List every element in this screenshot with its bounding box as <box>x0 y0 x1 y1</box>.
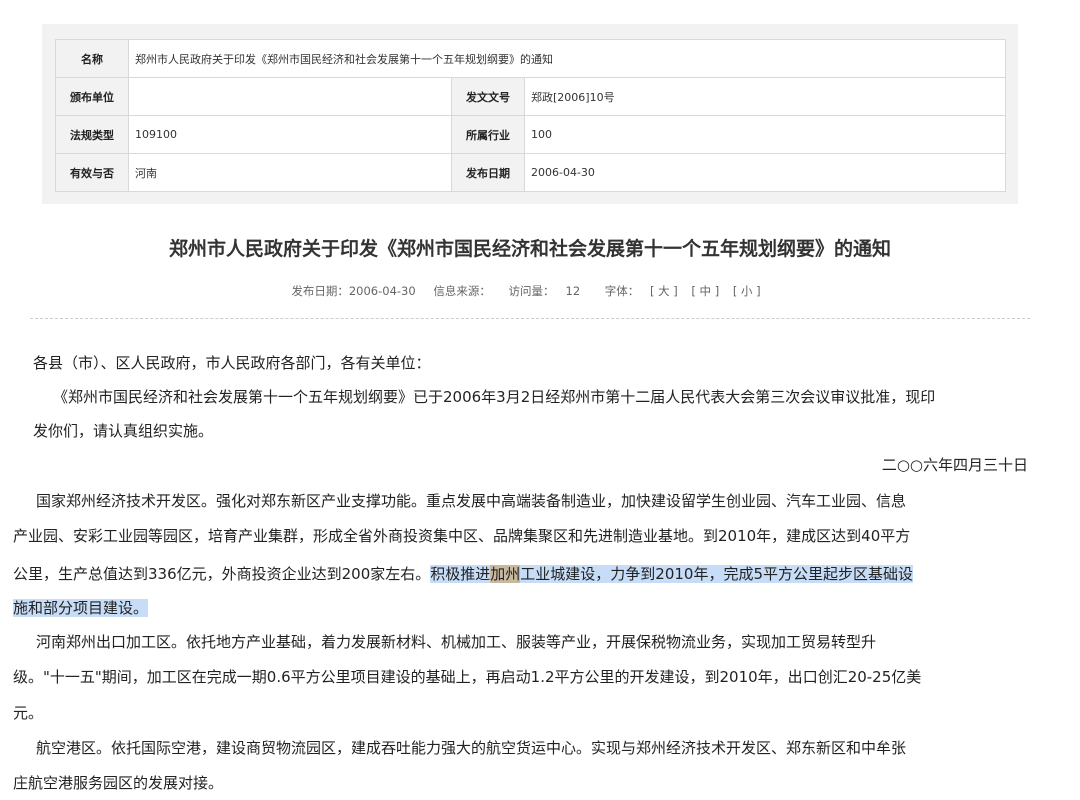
selected-text: 施和部分项目建设。 <box>13 599 149 617</box>
paragraph-line: 公里，生产总值达到336亿元，外商投资企业达到200家左右。积极推进加州工业城建… <box>13 562 914 586</box>
paragraph-line: 庄航空港服务园区的发展对接。 <box>13 774 224 792</box>
industry-value: 100 <box>523 115 1007 154</box>
validity-label: 有效与否 <box>55 153 129 192</box>
doc-no-label: 发文文号 <box>451 77 525 116</box>
paragraph-line: 国家郑州经济技术开发区。强化对郑东新区产业支撑功能。重点发展中高端装备制造业，加… <box>36 492 907 510</box>
article-meta: 发布日期：2006-04-30 信息来源： 访问量： 12 字体： [ 大 ] [… <box>0 283 1050 299</box>
table-row: 有效与否 河南 发布日期 2006-04-30 <box>55 153 1007 192</box>
info-source: 信息来源： <box>433 284 491 298</box>
text-run: 公里，生产总值达到336亿元，外商投资企业达到200家左右。 <box>13 565 431 583</box>
font-small-button[interactable]: [ 小 ] <box>733 284 761 298</box>
selected-text: 积极推进加州工业城建设，力争到2010年，完成5平方公里起步区基础设 <box>430 565 914 583</box>
page-title: 郑州市人民政府关于印发《郑州市国民经济和社会发展第十一个五年规划纲要》的通知 <box>168 238 891 260</box>
info-table: 名称 郑州市人民政府关于印发《郑州市国民经济和社会发展第十一个五年规划纲要》的通… <box>55 39 1007 192</box>
doc-no-value: 郑政[2006]10号 <box>523 77 1007 116</box>
type-label: 法规类型 <box>55 115 129 154</box>
name-value: 郑州市人民政府关于印发《郑州市国民经济和社会发展第十一个五年规划纲要》的通知 <box>127 39 1007 78</box>
paragraph-line: 发你们，请认真组织实施。 <box>33 422 214 440</box>
issuer-value <box>128 77 452 116</box>
paragraph-line: 元。 <box>13 704 44 722</box>
divider <box>30 318 1030 319</box>
paragraph-line: 产业园、安彩工业园等园区，培育产业集群，形成全省外商投资集中区、品牌集聚区和先进… <box>13 527 911 545</box>
highlighted-word: 加州 <box>490 565 521 583</box>
visits-label: 访问量： <box>508 284 555 298</box>
paragraph-line: 航空港区。依托国际空港，建设商贸物流园区，建成吞吐能力强大的航空货运中心。实现与… <box>36 739 907 757</box>
table-row: 法规类型 109100 所属行业 100 <box>55 115 1007 154</box>
visits-count: 12 <box>565 284 581 298</box>
type-value: 109100 <box>128 115 452 154</box>
paragraph-line: 级。"十一五"期间，加工区在完成一期0.6平方公里项目建设的基础上，再启动1.2… <box>13 668 922 686</box>
date-signature: 二○○六年四月三十日 <box>881 456 1028 474</box>
info-panel: 名称 郑州市人民政府关于印发《郑州市国民经济和社会发展第十一个五年规划纲要》的通… <box>42 24 1018 204</box>
table-row: 颁布单位 发文文号 郑政[2006]10号 <box>55 77 1007 116</box>
date-value: 2006-04-30 <box>523 153 1007 192</box>
validity-value: 河南 <box>128 153 452 192</box>
date-label: 发布日期 <box>451 153 525 192</box>
industry-label: 所属行业 <box>451 115 525 154</box>
text-run: 工业城建设，力争到2010年，完成5平方公里起步区基础设 <box>520 565 914 583</box>
table-row: 名称 郑州市人民政府关于印发《郑州市国民经济和社会发展第十一个五年规划纲要》的通… <box>55 39 1007 78</box>
paragraph-line: 《郑州市国民经济和社会发展第十一个五年规划纲要》已于2006年3月2日经郑州市第… <box>53 388 936 406</box>
text-run: 积极推进 <box>430 565 491 583</box>
paragraph-line: 河南郑州出口加工区。依托地方产业基础，着力发展新材料、机械加工、服装等产业，开展… <box>36 633 877 651</box>
issuer-label: 颁布单位 <box>55 77 129 116</box>
name-label: 名称 <box>55 39 129 78</box>
salutation: 各县（市）、区人民政府，市人民政府各部门，各有关单位： <box>33 354 431 372</box>
font-medium-button[interactable]: [ 中 ] <box>691 284 719 298</box>
font-large-button[interactable]: [ 大 ] <box>650 284 678 298</box>
font-size-label: 字体： <box>604 284 640 298</box>
publish-date: 发布日期：2006-04-30 <box>291 284 416 298</box>
paragraph-line: 施和部分项目建设。 <box>13 596 149 620</box>
